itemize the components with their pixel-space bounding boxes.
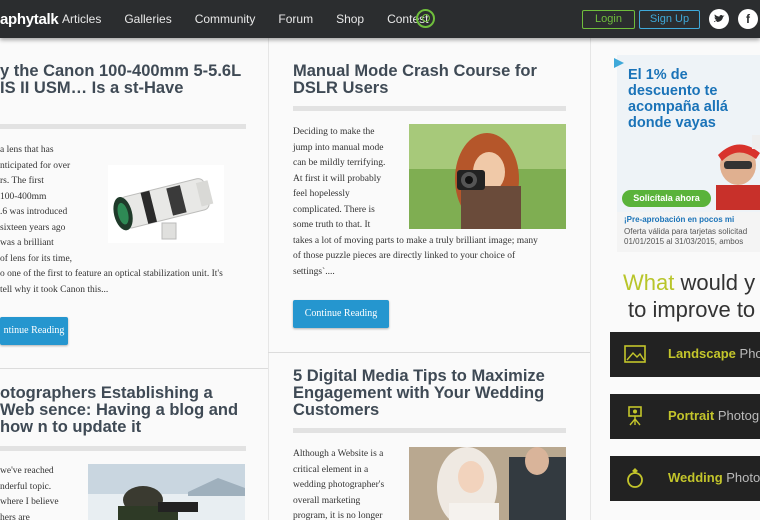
sidebar-advertisement[interactable]: El 1% de descuento te acompaña allá dond… <box>617 55 760 252</box>
twitter-icon[interactable] <box>709 9 729 29</box>
ad-headline-line: acompaña allá <box>628 99 728 115</box>
title-rule <box>293 428 566 433</box>
sidebar-divider <box>590 38 591 520</box>
site-logo[interactable]: aphytalk <box>0 11 59 28</box>
continue-reading-button[interactable]: ntinue Reading <box>0 317 68 345</box>
ad-fine-print-line: 01/01/2015 al 31/03/2015, ambos <box>624 237 744 246</box>
article-excerpt: Although a Website is a critical element… <box>293 447 405 520</box>
article-divider <box>0 368 268 369</box>
title-rule <box>0 446 246 451</box>
telephoto-lens-image <box>108 165 224 243</box>
excerpt-line: of lens for its time, <box>0 253 73 264</box>
category-portrait[interactable]: Portrait Photog <box>610 394 760 439</box>
facebook-icon[interactable]: f <box>738 9 758 29</box>
ad-cyclist-image <box>716 135 760 210</box>
ad-headline-line: descuento te <box>628 83 718 99</box>
improve-heading: What would y <box>623 270 755 296</box>
nav-item-community[interactable]: Community <box>195 12 256 26</box>
ad-fine-print: ¡Pre-aprobación en pocos mi Oferta válid… <box>617 212 760 252</box>
top-navigation-bar: aphytalk Articles Galleries Community Fo… <box>0 0 760 38</box>
portrait-icon <box>628 406 642 426</box>
nav-item-articles[interactable]: Articles <box>62 12 101 26</box>
category-name: Landscape <box>668 346 736 361</box>
excerpt-line: nderful topic. <box>0 481 52 492</box>
nav-item-shop[interactable]: Shop <box>336 12 364 26</box>
title-rule <box>293 106 566 111</box>
ad-headline: El 1% de descuento te acompaña allá dond… <box>628 67 728 131</box>
photographer-snow-image <box>88 464 245 520</box>
article-divider <box>268 352 590 353</box>
wedding-couple-image <box>409 447 566 520</box>
excerpt-line: overall marketing <box>293 495 361 506</box>
ad-apply-button[interactable]: Solicítala ahora <box>622 190 711 207</box>
category-name: Portrait <box>668 408 715 423</box>
improve-heading-text: would y <box>674 270 756 295</box>
photographer-woman-image <box>409 124 566 229</box>
excerpt-line: wedding photographer's <box>293 480 385 490</box>
nav-item-forum[interactable]: Forum <box>278 12 313 26</box>
article-title[interactable]: 5 Digital Media Tips to Maximize Engagem… <box>293 368 568 419</box>
excerpt-line: program, it is no longer <box>293 511 383 520</box>
article-card: 5 Digital Media Tips to Maximize Engagem… <box>293 368 568 419</box>
signup-button[interactable]: Sign Up <box>639 10 700 29</box>
wedding-ring-icon <box>627 468 643 488</box>
excerpt-line: a lens that has <box>0 145 54 155</box>
login-button[interactable]: Login <box>582 10 635 29</box>
article-title[interactable]: otographers Establishing a Web sence: Ha… <box>0 385 250 436</box>
category-wedding[interactable]: Wedding Photo <box>610 456 760 501</box>
excerpt-line: settings`.... <box>293 266 335 277</box>
excerpt-line: takes a lot of moving parts to make a tr… <box>293 235 538 246</box>
article-card: y the Canon 100-400mm 5-5.6L IS II USM… … <box>0 63 248 115</box>
article-title[interactable]: Manual Mode Crash Course for DSLR Users <box>293 63 568 97</box>
excerpt-line: tell why it took Canon this... <box>0 284 109 295</box>
ad-headline-line: donde vayas <box>628 115 716 131</box>
category-suffix: Photo <box>722 470 760 485</box>
category-suffix: Photog <box>714 408 760 423</box>
excerpt-line: critical element in a <box>293 464 369 475</box>
main-nav: Articles Galleries Community Forum Shop … <box>62 12 451 26</box>
excerpt-line: we've reached <box>0 466 54 476</box>
category-landscape[interactable]: Landscape Pho <box>610 332 760 377</box>
ad-fine-print-line: ¡Pre-aprobación en pocos mi <box>624 215 735 224</box>
article-card: Manual Mode Crash Course for DSLR Users <box>293 63 568 97</box>
improve-heading-highlight: What <box>623 270 675 295</box>
article-title[interactable]: y the Canon 100-400mm 5-5.6L IS II USM… … <box>0 63 248 115</box>
ad-fine-print-line: Oferta válida para tarjetas solicitad <box>624 227 748 236</box>
excerpt-line: o one of the first to feature an optical… <box>0 269 223 279</box>
excerpt-line: Although a Website is a <box>293 449 384 459</box>
ad-headline-line: El 1% de <box>628 67 688 83</box>
column-divider <box>268 38 269 520</box>
category-label: Landscape Pho <box>668 346 760 361</box>
landscape-icon <box>624 345 646 363</box>
article-excerpt: we've reached nderful topic. where I bel… <box>0 464 86 520</box>
title-rule <box>0 124 246 129</box>
excerpt-line: hers are <box>0 512 30 520</box>
category-name: Wedding <box>668 470 723 485</box>
nav-item-galleries[interactable]: Galleries <box>124 12 171 26</box>
excerpt-line: of those puzzle pieces are directly link… <box>293 251 516 261</box>
article-card: otographers Establishing a Web sence: Ha… <box>0 385 250 436</box>
category-label: Portrait Photog <box>668 408 759 423</box>
continue-reading-button[interactable]: Continue Reading <box>293 300 389 328</box>
category-label: Wedding Photo <box>668 470 760 485</box>
excerpt-line: where I believe <box>0 497 59 507</box>
search-icon[interactable] <box>416 9 435 28</box>
improve-subheading: to improve to <box>628 297 756 322</box>
category-suffix: Pho <box>735 346 760 361</box>
